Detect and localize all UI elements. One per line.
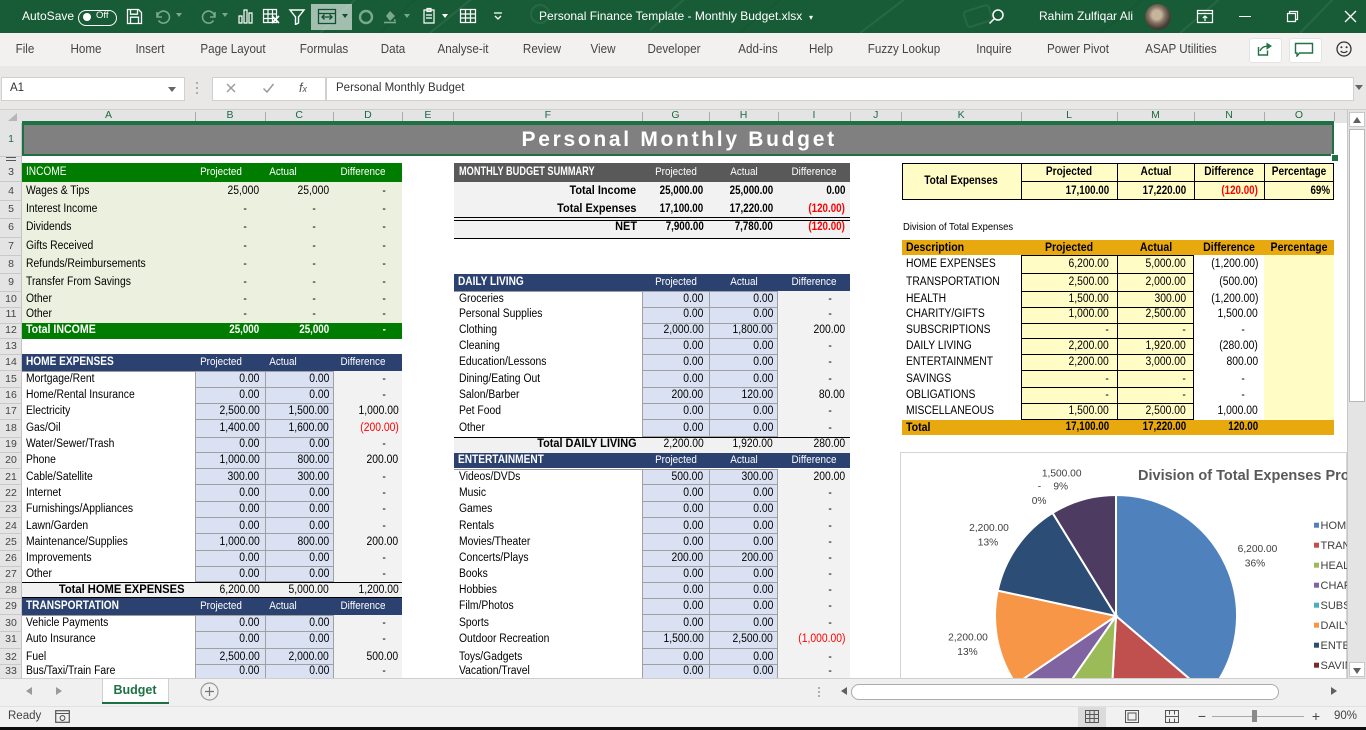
svg-text:SAVINGS: SAVINGS <box>1321 660 1348 672</box>
svg-text:2,200.00: 2,200.00 <box>969 523 1009 534</box>
svg-text:CHARITY/GIFTS: CHARITY/GIFTS <box>1321 580 1348 592</box>
svg-text:SUBSCRIPTIONS: SUBSCRIPTIONS <box>1321 600 1348 612</box>
svg-text:HOME EXPENSES: HOME EXPENSES <box>1321 520 1348 532</box>
svg-text:-: - <box>1038 481 1041 492</box>
svg-text:DAILY LIVING: DAILY LIVING <box>1321 620 1348 632</box>
svg-text:13%: 13% <box>957 647 977 658</box>
svg-text:HEALTH: HEALTH <box>1321 560 1348 572</box>
svg-text:9%: 9% <box>1053 481 1068 492</box>
svg-text:TRANSPORTATION: TRANSPORTATION <box>1321 540 1348 552</box>
svg-text:Division of Total Expenses Pro: Division of Total Expenses Projected <box>1138 468 1347 484</box>
svg-text:0%: 0% <box>1032 496 1047 507</box>
svg-text:1,500.00: 1,500.00 <box>1042 468 1082 479</box>
svg-text:36%: 36% <box>1245 558 1265 569</box>
svg-text:2,200.00: 2,200.00 <box>948 632 988 643</box>
svg-text:ENTERTAINMENT: ENTERTAINMENT <box>1321 640 1348 652</box>
svg-text:13%: 13% <box>978 537 998 548</box>
svg-text:6,200.00: 6,200.00 <box>1238 544 1278 555</box>
